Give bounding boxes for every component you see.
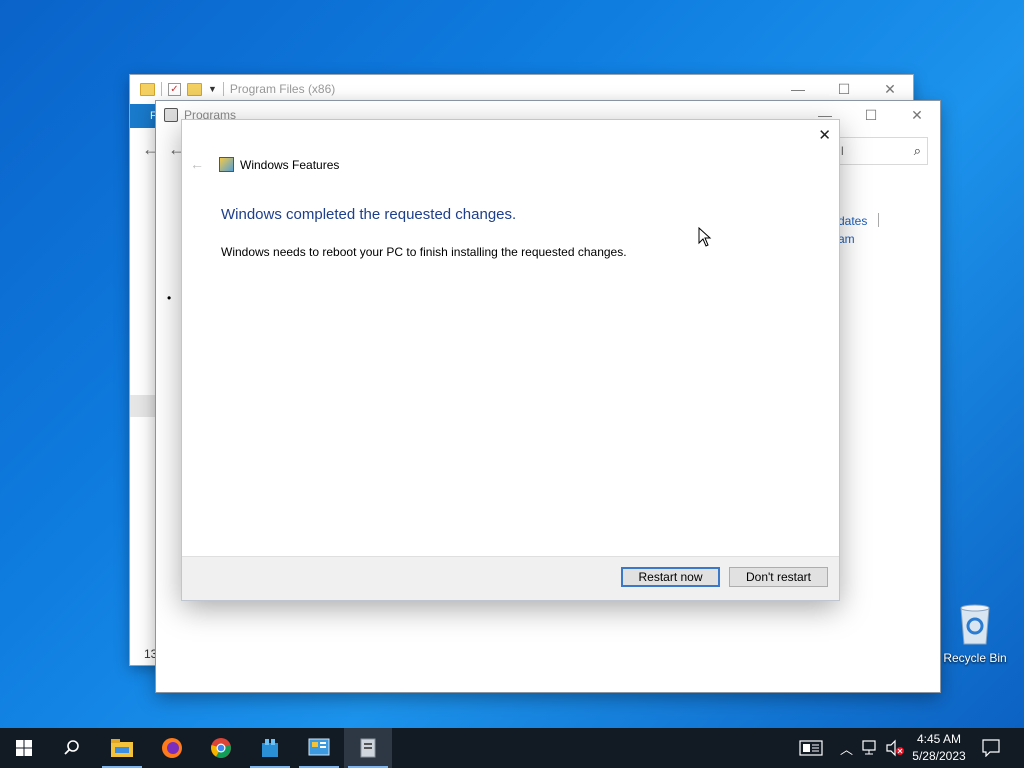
chrome-icon — [211, 738, 231, 758]
control-panel-icon — [308, 738, 330, 756]
file-explorer-icon — [111, 739, 133, 757]
news-widget-icon[interactable] — [799, 740, 823, 761]
search-icon[interactable]: ⌕ — [914, 138, 921, 164]
program-link[interactable]: am — [838, 232, 855, 246]
customize-toolbar-icon[interactable]: ▼ — [208, 84, 217, 94]
minimize-button[interactable]: — — [775, 81, 821, 98]
windows-features-icon — [219, 157, 234, 172]
back-icon[interactable]: ← — [190, 156, 204, 172]
start-icon — [16, 740, 32, 756]
dialog-message: Windows needs to reboot your PC to finis… — [221, 245, 627, 259]
search-button[interactable] — [48, 728, 96, 768]
dont-restart-button[interactable]: Don't restart — [729, 567, 828, 587]
network-icon[interactable] — [862, 740, 880, 761]
windows-features-icon — [360, 738, 376, 758]
taskbar-file-explorer[interactable] — [98, 728, 146, 768]
recycle-bin-icon — [960, 604, 990, 645]
dialog-heading: Windows completed the requested changes. — [221, 206, 517, 223]
nav-pane-selected — [130, 395, 156, 417]
recycle-bin[interactable]: Recycle Bin — [942, 602, 1008, 665]
explorer-title: Program Files (x86) — [229, 82, 336, 96]
maximize-button[interactable]: ☐ — [821, 81, 867, 98]
taskbar-control-panel[interactable] — [295, 728, 343, 768]
dialog-title: Windows Features — [240, 158, 340, 172]
dialog-footer: Restart now Don't restart — [182, 556, 839, 600]
clock-date: 5/28/2023 — [912, 749, 966, 763]
app-icon — [262, 739, 278, 757]
clock-time: 4:45 AM — [916, 732, 962, 746]
properties-icon[interactable]: ✓ — [168, 82, 181, 96]
taskbar-app[interactable] — [246, 728, 294, 768]
notifications-icon[interactable] — [982, 739, 1000, 762]
windows-features-dialog: ✕ ← Windows Features Windows completed t… — [182, 120, 839, 600]
firefox-icon — [162, 738, 182, 758]
file-tab[interactable]: F — [130, 104, 158, 128]
taskbar-windows-features[interactable] — [344, 728, 392, 768]
close-button[interactable]: ✕ — [894, 107, 940, 124]
close-button[interactable]: ✕ — [867, 81, 913, 98]
close-icon[interactable]: ✕ — [818, 126, 831, 144]
explorer-titlebar: ✓ ▼ Program Files (x86) — ☐ ✕ — [130, 75, 913, 103]
folder-icon[interactable] — [140, 82, 155, 96]
search-icon — [64, 740, 79, 755]
search-input[interactable]: l ⌕ — [838, 137, 928, 165]
view-updates-link[interactable]: dates — [838, 214, 867, 228]
mouse-cursor-icon — [698, 227, 712, 247]
volume-muted-icon[interactable] — [885, 739, 905, 762]
start-button[interactable] — [0, 728, 48, 768]
maximize-button[interactable]: ☐ — [848, 107, 894, 124]
divider — [878, 213, 879, 227]
taskbar-firefox[interactable] — [148, 728, 196, 768]
taskbar: ︿ 4:45 AM 5/28/2023 — [0, 728, 1024, 768]
control-panel-icon — [164, 108, 178, 122]
search-placeholder: l — [841, 144, 844, 158]
recycle-bin-label: Recycle Bin — [943, 651, 1007, 665]
quick-access-toolbar: ✓ ▼ Program Files (x86) — [130, 82, 335, 96]
taskbar-chrome[interactable] — [197, 728, 245, 768]
bullet: • — [167, 291, 172, 305]
restart-now-button[interactable]: Restart now — [621, 567, 720, 587]
show-hidden-icons-icon[interactable]: ︿ — [840, 739, 853, 758]
divider — [161, 82, 162, 96]
new-folder-icon[interactable] — [187, 82, 202, 96]
divider — [222, 82, 224, 96]
clock[interactable]: 4:45 AM 5/28/2023 — [911, 731, 967, 765]
